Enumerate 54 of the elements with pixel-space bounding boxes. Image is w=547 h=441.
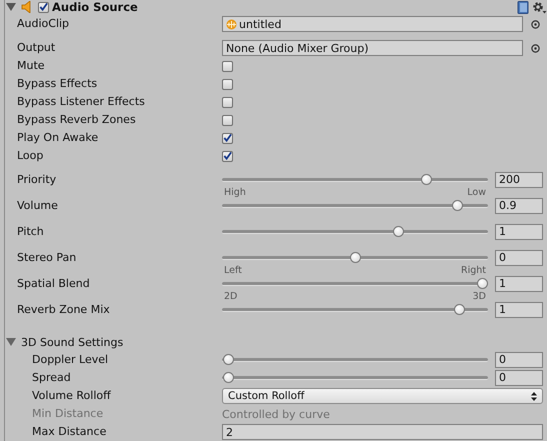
audio-clip-icon xyxy=(226,18,237,30)
slider-max-label: 3D xyxy=(472,293,486,301)
field-label: Priority xyxy=(17,172,58,188)
foldout-arrow-icon[interactable] xyxy=(6,338,16,346)
number-field[interactable]: 0 xyxy=(495,352,543,368)
number-field[interactable]: 200 xyxy=(495,172,543,188)
dropdown[interactable]: Custom Rolloff xyxy=(222,388,543,404)
object-picker-icon[interactable] xyxy=(531,20,540,28)
object-field[interactable]: None (Audio Mixer Group) xyxy=(222,40,523,56)
field-label: Volume Rolloff xyxy=(32,388,112,404)
number-field[interactable]: 1 xyxy=(495,302,543,318)
slider-min-label: 2D xyxy=(224,293,238,301)
field-label: Max Distance xyxy=(32,424,108,440)
number-field[interactable]: 1 xyxy=(495,276,543,292)
field-label: Bypass Listener Effects xyxy=(17,94,146,110)
field-label: AudioClip xyxy=(17,16,70,32)
help-book-icon[interactable] xyxy=(517,0,529,14)
field-label: Play On Awake xyxy=(17,130,100,146)
checkbox[interactable] xyxy=(222,78,233,90)
section-title: 3D Sound Settings xyxy=(21,336,124,348)
field-label: Spatial Blend xyxy=(17,276,91,292)
checkbox[interactable] xyxy=(222,114,233,126)
field-label: Doppler Level xyxy=(32,352,110,368)
slider-min-label: High xyxy=(224,189,246,197)
number-field[interactable]: 0 xyxy=(495,250,543,266)
slider-max-label: Low xyxy=(467,189,486,197)
field-label: Min Distance xyxy=(32,406,104,422)
field-label: Loop xyxy=(17,148,44,164)
number-field[interactable]: 0 xyxy=(495,370,543,386)
field-label: Volume xyxy=(17,198,59,214)
field-label: Stereo Pan xyxy=(17,250,78,266)
field-label: Reverb Zone Mix xyxy=(17,302,111,318)
field-label: Bypass Effects xyxy=(17,76,98,92)
checkbox[interactable] xyxy=(38,2,49,12)
object-picker-icon[interactable] xyxy=(531,44,540,52)
number-field[interactable]: 0.9 xyxy=(495,198,543,214)
field-label: Output xyxy=(17,40,56,56)
field-label: Pitch xyxy=(17,224,45,240)
slider-min-label: Left xyxy=(224,267,242,275)
number-field[interactable]: 1 xyxy=(495,224,543,240)
slider-max-label: Right xyxy=(460,267,486,275)
object-field[interactable]: untitled xyxy=(222,16,523,32)
checkbox[interactable] xyxy=(222,96,233,108)
checkbox[interactable] xyxy=(222,132,233,144)
settings-icon[interactable] xyxy=(532,0,547,14)
checkbox[interactable] xyxy=(222,60,233,72)
dropdown-arrows-icon xyxy=(531,392,537,400)
number-field[interactable]: 2 xyxy=(222,424,543,440)
field-label: Mute xyxy=(17,58,46,74)
field-label: Spread xyxy=(32,370,72,386)
field-label: Bypass Reverb Zones xyxy=(17,112,137,128)
checkbox[interactable] xyxy=(222,150,233,162)
component-title: Audio Source xyxy=(52,0,138,14)
readonly-value: Controlled by curve xyxy=(222,408,330,420)
